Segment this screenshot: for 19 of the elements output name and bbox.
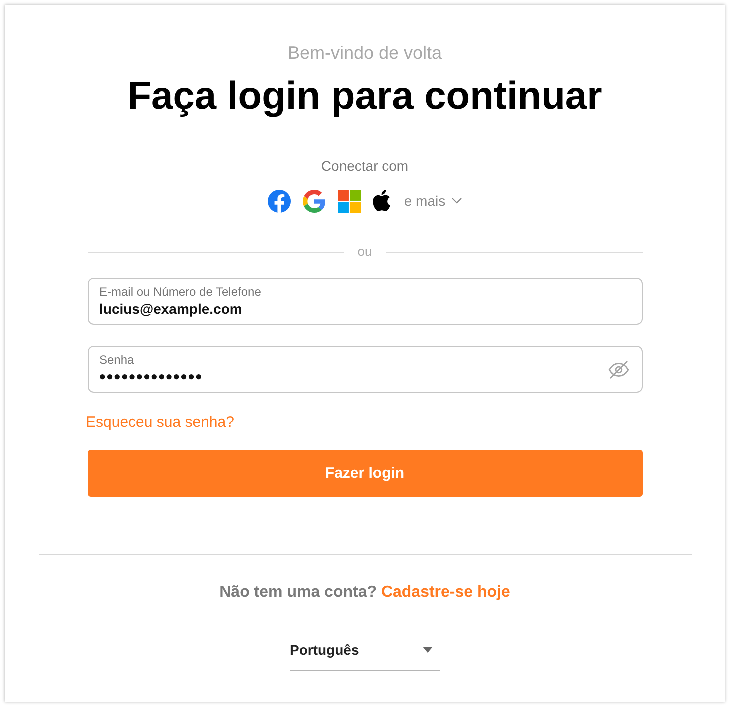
email-field[interactable]: E-mail ou Número de Telefone lucius@example.com [88,278,642,325]
google-icon[interactable] [303,190,326,212]
eye-off-icon[interactable] [608,360,630,378]
language-select[interactable]: Português [290,634,440,671]
login-button[interactable]: Fazer login [88,450,642,497]
forgot-password-link[interactable]: Esqueceu sua senha? [86,413,234,433]
signup-prompt: Não tem uma conta? Cadastre-se hoje [220,583,510,603]
facebook-icon[interactable] [268,190,292,212]
more-options-button[interactable]: e mais [404,193,462,209]
connect-label: Conectar com [321,157,409,175]
caret-down-icon [423,647,433,653]
divider-label: ou [358,244,372,260]
apple-icon[interactable] [373,190,392,212]
microsoft-icon[interactable] [338,190,362,212]
greeting-text: Bem-vindo de volta [288,42,442,64]
chevron-down-icon [452,198,462,204]
password-field[interactable]: Senha •••••••••••••• [88,346,642,393]
signup-link[interactable]: Cadastre-se hoje [381,584,510,601]
page-title: Faça login para continuar [128,74,602,120]
